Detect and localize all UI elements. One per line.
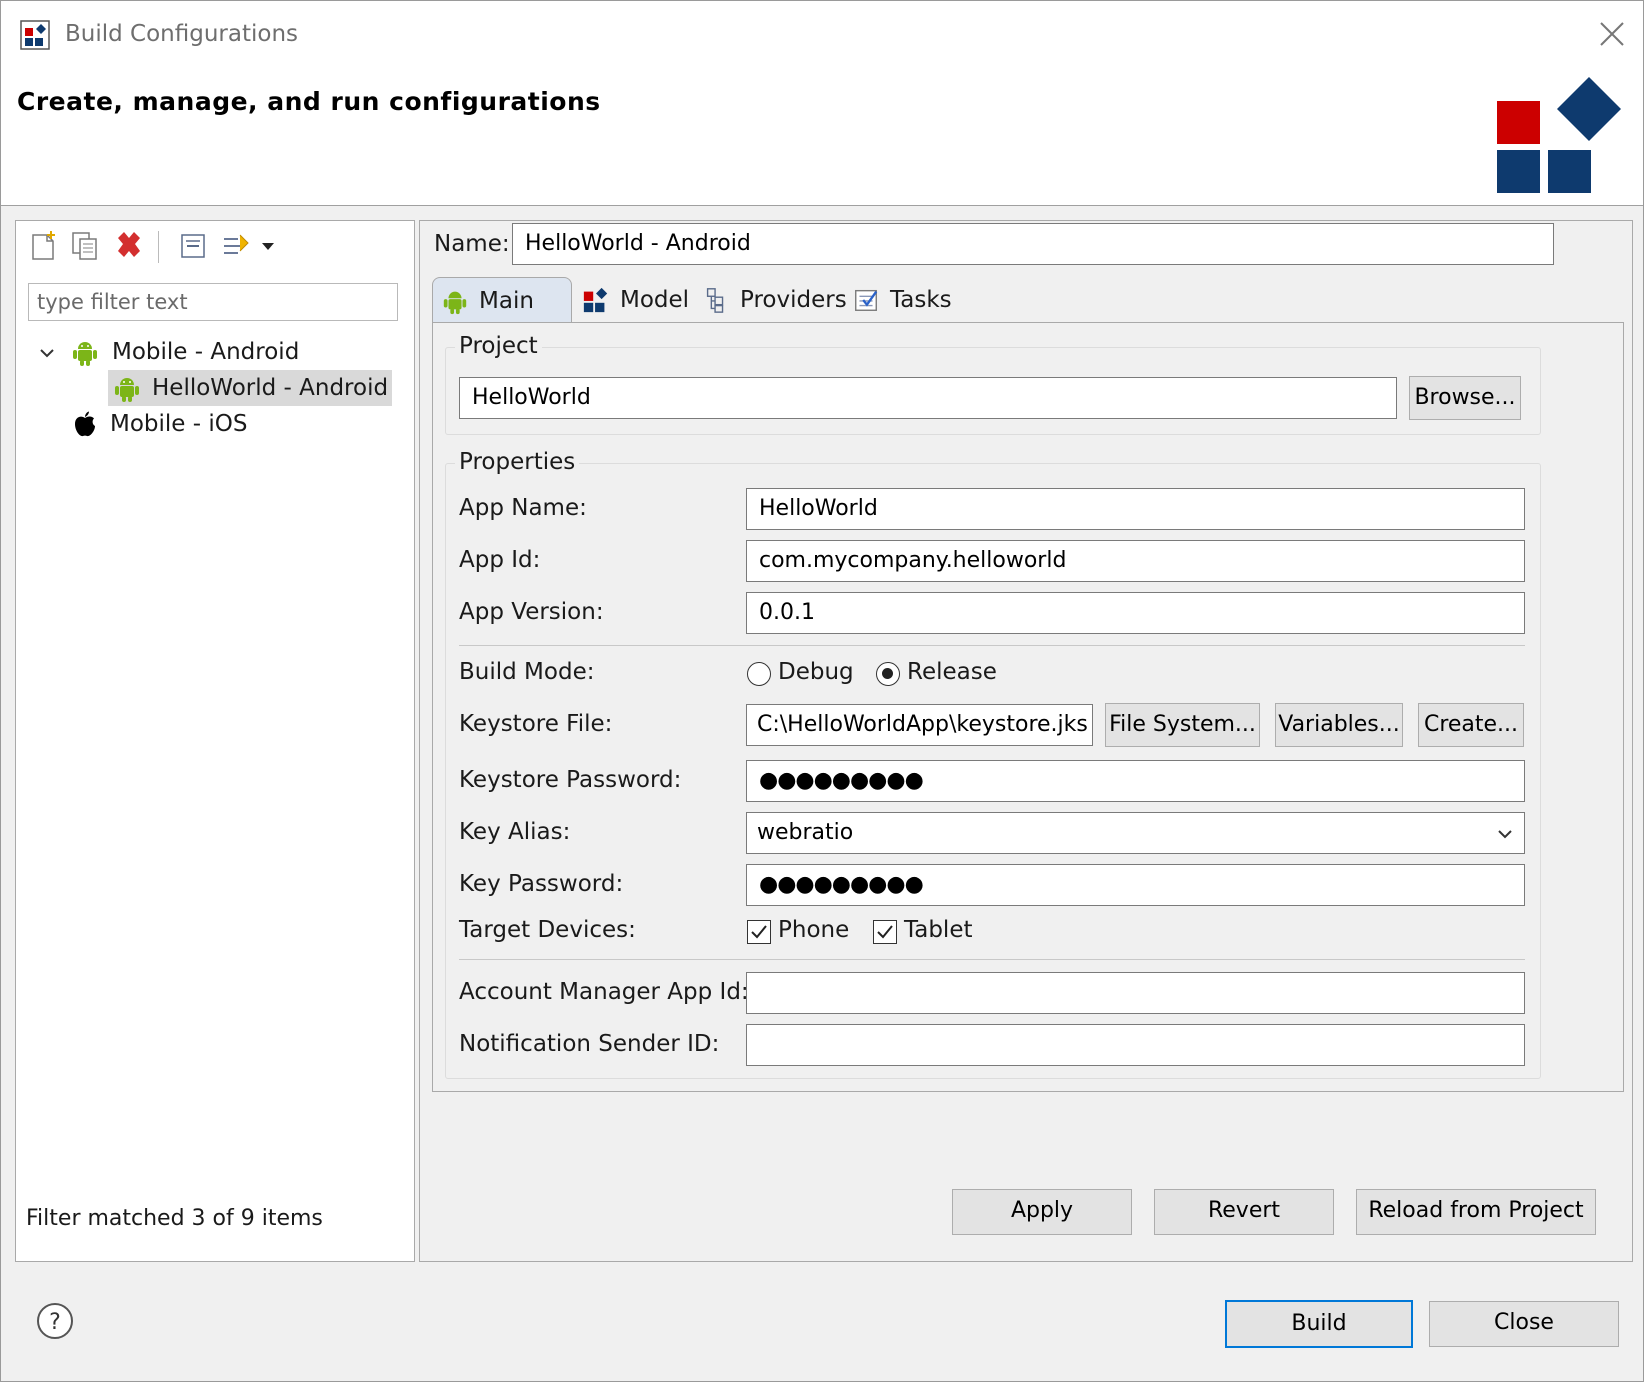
keystore-password-field[interactable]: ●●●●●●●●● (746, 760, 1525, 802)
key-alias-select[interactable]: webratio (746, 812, 1525, 854)
tasks-icon (855, 289, 878, 311)
close-icon[interactable] (1597, 19, 1627, 49)
apple-icon (75, 411, 95, 437)
app-version-label: App Version: (459, 599, 604, 625)
webratio-logo (1497, 77, 1621, 193)
tree-item-label: Mobile - iOS (110, 411, 248, 437)
new-config-icon[interactable] (26, 229, 60, 263)
debug-radio-label[interactable]: Debug (778, 659, 854, 685)
tab-strip: Main Model Providers Tasks (432, 277, 952, 324)
help-icon[interactable]: ? (35, 1301, 75, 1341)
tab-label: Providers (740, 287, 847, 313)
header-title: Create, manage, and run configurations (17, 87, 601, 116)
configurations-sidebar: Mobile - Android HelloWorld - Android Mo… (15, 220, 415, 1262)
title-bar: Build Configurations (1, 1, 1643, 67)
phone-label[interactable]: Phone (778, 917, 849, 943)
keystore-password-label: Keystore Password: (459, 767, 682, 793)
app-icon (20, 20, 50, 50)
checkmark-icon (751, 925, 767, 939)
build-mode-label: Build Mode: (459, 659, 595, 685)
tab-label: Tasks (890, 287, 952, 313)
tree-item-helloworld-android[interactable]: HelloWorld - Android (108, 370, 392, 406)
file-system-button[interactable]: File System... (1105, 703, 1260, 747)
main-tab-content: Project HelloWorld Browse... Properties … (432, 322, 1624, 1092)
dropdown-arrow-icon[interactable] (258, 229, 278, 263)
tab-label: Main (479, 288, 534, 314)
release-radio[interactable] (876, 662, 900, 686)
checkmark-icon (877, 925, 893, 939)
collapse-all-icon[interactable] (176, 229, 210, 263)
tab-model[interactable]: Model (574, 277, 690, 323)
revert-button[interactable]: Revert (1154, 1189, 1334, 1235)
name-field[interactable]: HelloWorld - Android (512, 223, 1554, 265)
app-id-label: App Id: (459, 547, 541, 573)
keystore-file-label: Keystore File: (459, 711, 613, 737)
reload-from-project-button[interactable]: Reload from Project (1356, 1189, 1596, 1235)
separator (459, 645, 1525, 646)
separator (459, 959, 1525, 960)
tree-item-label: Mobile - Android (112, 339, 300, 365)
chevron-down-icon[interactable] (1496, 825, 1514, 843)
app-version-field[interactable]: 0.0.1 (746, 592, 1525, 634)
browse-button[interactable]: Browse... (1409, 376, 1521, 420)
svg-text:?: ? (49, 1310, 61, 1335)
chevron-down-icon[interactable] (38, 344, 56, 362)
app-id-field[interactable]: com.mycompany.helloworld (746, 540, 1525, 582)
app-name-field[interactable]: HelloWorld (746, 488, 1525, 530)
window-title: Build Configurations (65, 21, 299, 47)
release-radio-label[interactable]: Release (907, 659, 997, 685)
close-button[interactable]: Close (1429, 1301, 1619, 1347)
android-icon (443, 291, 467, 315)
tree-item-label: HelloWorld - Android (152, 375, 389, 401)
tree-item-mobile-android[interactable]: Mobile - Android (34, 334, 394, 370)
duplicate-icon[interactable] (68, 229, 102, 263)
key-alias-label: Key Alias: (459, 819, 571, 845)
tree-item-mobile-ios[interactable]: Mobile - iOS (70, 406, 394, 442)
tablet-checkbox[interactable] (873, 920, 897, 944)
phone-checkbox[interactable] (747, 920, 771, 944)
tab-providers[interactable]: Providers (694, 277, 847, 323)
keystore-file-field[interactable]: C:\HelloWorldApp\keystore.jks (746, 704, 1093, 746)
properties-group-title: Properties (455, 449, 580, 475)
filter-status: Filter matched 3 of 9 items (26, 1206, 323, 1231)
configuration-editor: Name: HelloWorld - Android Main Model Pr… (419, 220, 1633, 1262)
toolbar-separator (158, 231, 159, 263)
app-name-label: App Name: (459, 495, 587, 521)
tab-tasks[interactable]: Tasks (844, 277, 952, 323)
account-manager-field[interactable] (746, 972, 1525, 1014)
build-configurations-dialog: Build Configurations Create, manage, and… (0, 0, 1644, 1382)
project-field[interactable]: HelloWorld (459, 377, 1397, 419)
build-button[interactable]: Build (1225, 1300, 1413, 1348)
android-icon (115, 378, 139, 402)
variables-button[interactable]: Variables... (1275, 703, 1403, 747)
filter-input[interactable] (28, 283, 398, 321)
notification-sender-label: Notification Sender ID: (459, 1031, 720, 1057)
create-button[interactable]: Create... (1418, 703, 1524, 747)
tab-main[interactable]: Main (432, 277, 572, 324)
tablet-label[interactable]: Tablet (904, 917, 973, 943)
key-alias-value: webratio (757, 820, 854, 845)
debug-radio[interactable] (747, 662, 771, 686)
delete-icon[interactable] (112, 229, 146, 263)
header-banner: Create, manage, and run configurations (1, 67, 1643, 206)
apply-button[interactable]: Apply (952, 1189, 1132, 1235)
account-manager-label: Account Manager App Id: (459, 979, 749, 1005)
name-label: Name: (434, 231, 510, 257)
android-icon (73, 342, 97, 366)
project-group-title: Project (455, 333, 542, 359)
target-devices-label: Target Devices: (459, 917, 636, 943)
key-password-field[interactable]: ●●●●●●●●● (746, 864, 1525, 906)
filter-icon[interactable] (220, 229, 254, 263)
key-password-label: Key Password: (459, 871, 624, 897)
notification-sender-field[interactable] (746, 1024, 1525, 1066)
providers-icon (706, 288, 724, 313)
model-icon (583, 287, 608, 313)
tab-label: Model (620, 287, 690, 313)
